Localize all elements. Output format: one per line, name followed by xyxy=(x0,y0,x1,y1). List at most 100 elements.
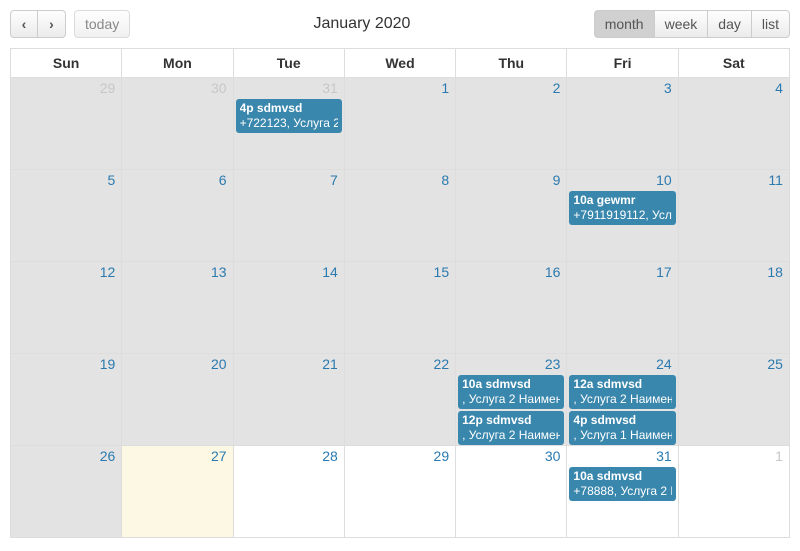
day-cell[interactable]: 8 xyxy=(345,170,456,261)
day-number[interactable]: 25 xyxy=(679,354,789,374)
event-time: 4p xyxy=(573,413,587,427)
day-number[interactable]: 19 xyxy=(11,354,121,374)
day-cell[interactable]: 19 xyxy=(10,354,122,445)
day-cell[interactable]: 2310a sdmvsd, Услуга 2 Наимено12p sdmvsd… xyxy=(456,354,567,445)
day-number[interactable]: 16 xyxy=(456,262,566,282)
day-number[interactable]: 22 xyxy=(345,354,455,374)
day-number[interactable]: 31 xyxy=(234,78,344,98)
day-number[interactable]: 21 xyxy=(234,354,344,374)
day-number[interactable]: 15 xyxy=(345,262,455,282)
day-number[interactable]: 14 xyxy=(234,262,344,282)
day-cell[interactable]: 18 xyxy=(679,262,790,353)
day-cell[interactable]: 12 xyxy=(10,262,122,353)
day-cell[interactable]: 16 xyxy=(456,262,567,353)
day-number[interactable]: 1 xyxy=(679,446,789,466)
calendar-event[interactable]: 10a sdmvsd, Услуга 2 Наимено xyxy=(458,375,564,409)
day-cell[interactable]: 7 xyxy=(234,170,345,261)
day-cell[interactable]: 25 xyxy=(679,354,790,445)
day-number[interactable]: 31 xyxy=(567,446,677,466)
day-number[interactable]: 11 xyxy=(679,170,789,190)
day-cell[interactable]: 1010a gewmr+7911919112, Услуг xyxy=(567,170,678,261)
day-cell[interactable]: 1 xyxy=(345,78,456,169)
day-cell[interactable]: 15 xyxy=(345,262,456,353)
day-number[interactable]: 4 xyxy=(679,78,789,98)
day-cell[interactable]: 22 xyxy=(345,354,456,445)
calendar-grid: SunMonTueWedThuFriSat 2930314p sdmvsd+72… xyxy=(10,48,790,538)
chevron-right-icon: › xyxy=(49,16,54,32)
day-cell[interactable]: 9 xyxy=(456,170,567,261)
day-cell[interactable]: 14 xyxy=(234,262,345,353)
day-number[interactable]: 3 xyxy=(567,78,677,98)
day-number[interactable]: 13 xyxy=(122,262,232,282)
day-number[interactable]: 8 xyxy=(345,170,455,190)
day-number[interactable]: 12 xyxy=(11,262,121,282)
day-cell[interactable]: 30 xyxy=(122,78,233,169)
day-number[interactable]: 27 xyxy=(122,446,232,466)
event-time: 10a xyxy=(462,377,482,391)
day-cell[interactable]: 314p sdmvsd+722123, Услуга 2 Н xyxy=(234,78,345,169)
day-number[interactable]: 1 xyxy=(345,78,455,98)
day-cell[interactable]: 27 xyxy=(122,446,233,537)
today-button[interactable]: today xyxy=(74,10,130,38)
day-cell[interactable]: 21 xyxy=(234,354,345,445)
day-number[interactable]: 30 xyxy=(456,446,566,466)
day-cell[interactable]: 20 xyxy=(122,354,233,445)
event-subtitle: , Услуга 2 Наимено xyxy=(573,392,671,407)
view-list-button[interactable]: list xyxy=(752,10,790,38)
view-day-button[interactable]: day xyxy=(708,10,752,38)
day-number[interactable]: 26 xyxy=(11,446,121,466)
day-number[interactable]: 30 xyxy=(122,78,232,98)
day-number[interactable]: 18 xyxy=(679,262,789,282)
calendar-event[interactable]: 10a gewmr+7911919112, Услуг xyxy=(569,191,675,225)
day-number[interactable]: 10 xyxy=(567,170,677,190)
day-cell[interactable]: 3110a sdmvsd+78888, Услуга 2 Н xyxy=(567,446,678,537)
calendar-event[interactable]: 4p sdmvsd, Услуга 1 Наимено xyxy=(569,411,675,445)
event-time: 4p xyxy=(240,101,254,115)
day-cell[interactable]: 3 xyxy=(567,78,678,169)
view-week-button[interactable]: week xyxy=(655,10,709,38)
day-header: Mon xyxy=(122,49,233,77)
day-cell[interactable]: 17 xyxy=(567,262,678,353)
day-number[interactable]: 23 xyxy=(456,354,566,374)
day-number[interactable]: 24 xyxy=(567,354,677,374)
day-number[interactable]: 9 xyxy=(456,170,566,190)
day-number[interactable]: 7 xyxy=(234,170,344,190)
event-title: gewmr xyxy=(597,193,636,207)
day-number[interactable]: 6 xyxy=(122,170,232,190)
next-button[interactable]: › xyxy=(38,10,66,38)
event-line1: 10a sdmvsd xyxy=(573,469,671,484)
event-title: sdmvsd xyxy=(597,469,642,483)
day-cell[interactable]: 30 xyxy=(456,446,567,537)
day-cell[interactable]: 13 xyxy=(122,262,233,353)
day-cell[interactable]: 11 xyxy=(679,170,790,261)
day-number[interactable]: 20 xyxy=(122,354,232,374)
event-title: sdmvsd xyxy=(257,101,302,115)
day-number[interactable]: 28 xyxy=(234,446,344,466)
day-cell[interactable]: 26 xyxy=(10,446,122,537)
day-number[interactable]: 2 xyxy=(456,78,566,98)
calendar-event[interactable]: 4p sdmvsd+722123, Услуга 2 Н xyxy=(236,99,342,133)
day-number[interactable]: 5 xyxy=(11,170,121,190)
day-number[interactable]: 29 xyxy=(345,446,455,466)
calendar-event[interactable]: 12p sdmvsd, Услуга 2 Наимено xyxy=(458,411,564,445)
day-cell[interactable]: 5 xyxy=(10,170,122,261)
day-cell[interactable]: 2 xyxy=(456,78,567,169)
view-month-button[interactable]: month xyxy=(594,10,655,38)
event-line1: 10a sdmvsd xyxy=(462,377,560,392)
day-cell[interactable]: 6 xyxy=(122,170,233,261)
day-cell[interactable]: 28 xyxy=(234,446,345,537)
day-cell[interactable]: 4 xyxy=(679,78,790,169)
day-cell[interactable]: 1 xyxy=(679,446,790,537)
chevron-left-icon: ‹ xyxy=(22,16,27,32)
calendar-event[interactable]: 10a sdmvsd+78888, Услуга 2 Н xyxy=(569,467,675,501)
day-number[interactable]: 29 xyxy=(11,78,121,98)
view-button-group: month week day list xyxy=(594,10,790,38)
day-header: Fri xyxy=(567,49,678,77)
prev-button[interactable]: ‹ xyxy=(10,10,38,38)
day-cell[interactable]: 29 xyxy=(345,446,456,537)
day-cell[interactable]: 2412a sdmvsd, Услуга 2 Наимено4p sdmvsd,… xyxy=(567,354,678,445)
calendar-event[interactable]: 12a sdmvsd, Услуга 2 Наимено xyxy=(569,375,675,409)
day-number[interactable]: 17 xyxy=(567,262,677,282)
day-cell[interactable]: 29 xyxy=(10,78,122,169)
event-title: sdmvsd xyxy=(597,377,642,391)
